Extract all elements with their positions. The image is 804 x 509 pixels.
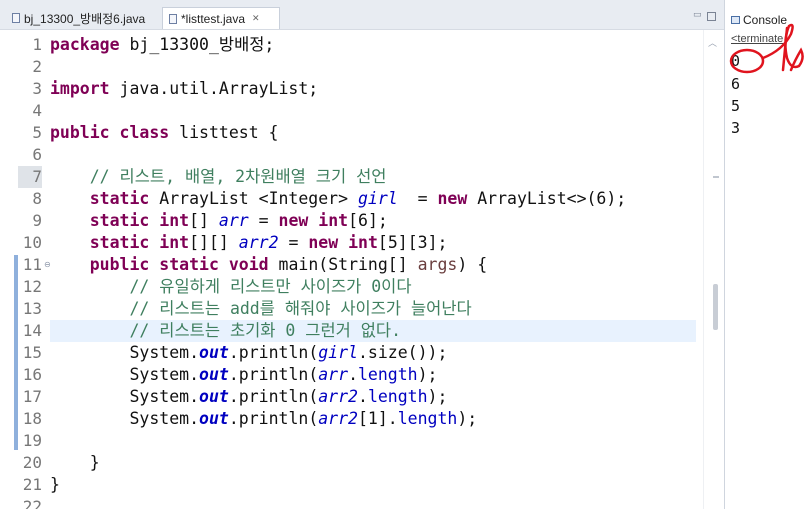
line-number: 6 [32,145,42,164]
console-output-line: 3 [731,119,741,137]
code-line: // 리스트는 add를 해줘야 사이즈가 늘어난다 [129,299,472,318]
line-number: 8 [32,189,42,208]
current-code-line: // 리스트는 초기화 0 그런거 없다. [50,320,696,342]
line-number: 9 [32,211,42,230]
overview-marker [713,176,719,178]
line-number: 4 [32,101,42,120]
line-number: 18 [22,409,42,428]
code-line: System.out.println(arr.length); [129,365,438,384]
editor-scrollbar[interactable]: ︿ [703,30,724,509]
code-line: public class listtest { [50,123,279,142]
line-number: 22 [22,497,42,509]
code-line: static ArrayList <Integer> girl = new Ar… [89,189,627,208]
scrollbar-thumb[interactable] [713,284,718,330]
line-number: 20 [22,453,42,472]
line-number: 19 [22,431,42,450]
tab-listtest[interactable]: *listtest.java ✕ [162,7,280,29]
red-circle-annotation [729,48,765,74]
code-line: static int[][] arr2 = new int[5][3]; [89,233,448,252]
red-annotation [729,23,804,74]
line-number: 5 [32,123,42,142]
line-number: 21 [22,475,42,494]
line-number: 2 [32,57,42,76]
code-line: import java.util.ArrayList; [50,79,319,98]
code-line: } [50,475,60,494]
code-line: System.out.println(arr2.length); [129,387,448,406]
line-number: 16 [22,365,42,384]
line-number: 12 [22,277,42,296]
code-line: System.out.println(girl.size()); [129,343,448,362]
close-icon[interactable]: ✕ [252,13,260,24]
tab-label: bj_13300_방배정6.java [24,11,146,26]
code-line: // 유일하게 리스트만 사이즈가 0이다 [129,277,412,296]
code-line: // 리스트, 배열, 2차원배열 크기 선언 [89,167,387,186]
java-file-icon [12,13,20,23]
console-view: Console <terminate 0 6 5 3 [724,0,804,509]
tab-label: *listtest.java [181,11,246,26]
line-number: 17 [22,387,42,406]
code-editor[interactable]: 1 2 3 4 5 6 7 8 9 10 11 ⊖ 12 13 14 15 16… [0,30,724,509]
code-line: package bj_13300_방배정; [50,35,275,54]
code-line: static int[] arr = new int[6]; [89,211,388,230]
line-number: 13 [22,299,42,318]
line-number: 14 [22,321,42,340]
line-number: 7 [18,166,42,188]
editor-tab-bar: bj_13300_방배정6.java *listtest.java ✕ ▭ [0,0,724,30]
code-line: public static void main(String[] args) { [89,255,488,274]
line-number: 15 [22,343,42,362]
line-number: 1 [32,35,42,54]
line-number: 3 [32,79,42,98]
line-number: 11 [22,255,42,274]
minimize-icon[interactable]: ▭ [693,10,702,20]
tab-bj-13300[interactable]: bj_13300_방배정6.java [6,7,160,29]
code-line: } [89,453,100,472]
java-file-icon [169,13,177,24]
scroll-up-icon[interactable]: ︿ [708,36,717,49]
line-number: 10 [22,233,42,252]
maximize-icon[interactable] [707,12,716,21]
code-line: System.out.println(arr2[1].length); [129,409,478,428]
